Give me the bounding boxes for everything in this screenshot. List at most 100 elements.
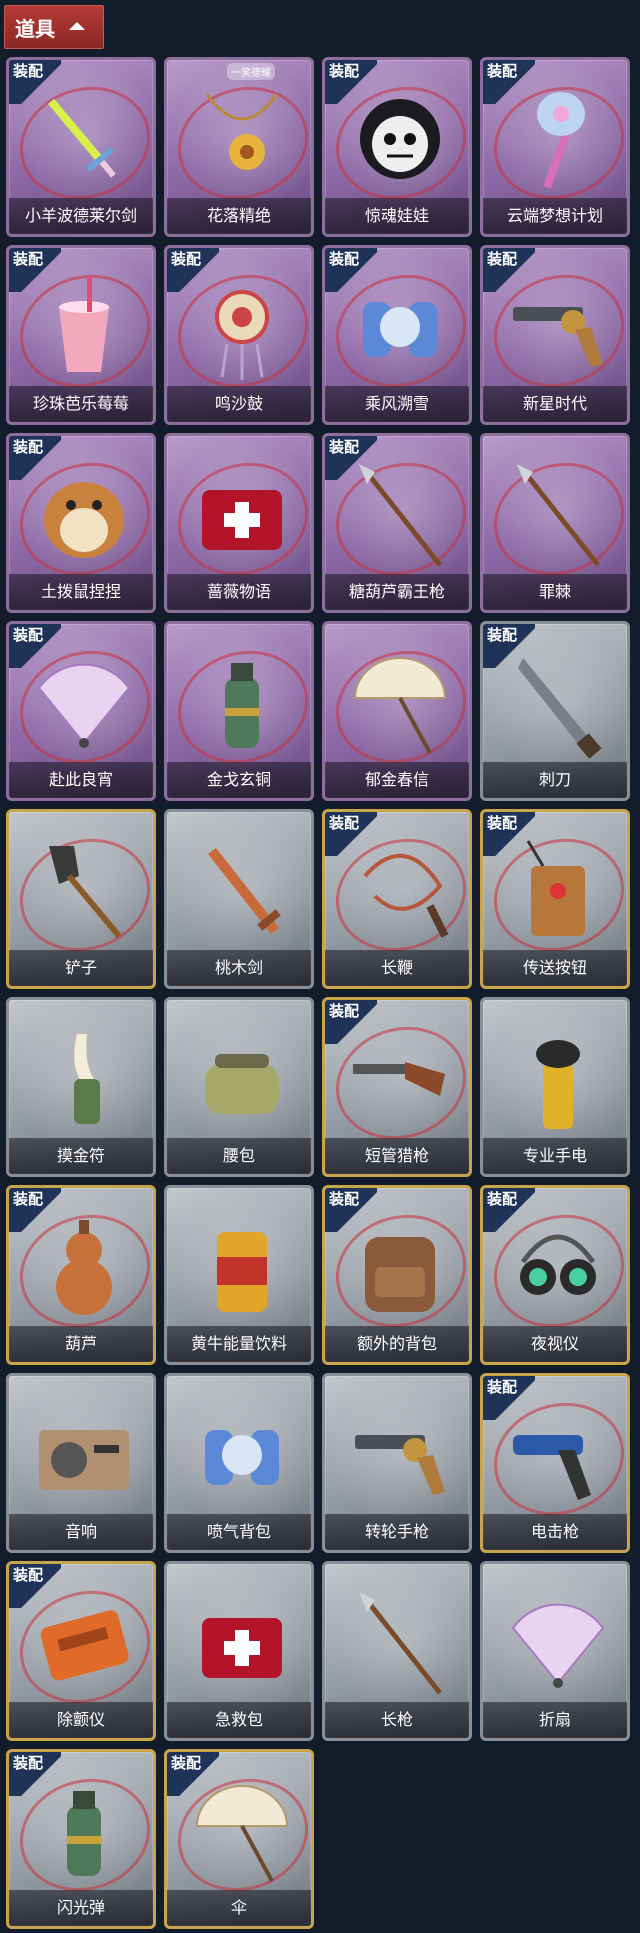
item-grid: 装配 小羊波德莱尔剑 一笑德耀 花落精绝 装配 惊魂娃娃 装配 云端梦想计划 装配 珍珠芭乐莓莓装…	[6, 57, 634, 1929]
item-card[interactable]: 装配 短管猎枪	[322, 997, 472, 1177]
item-label: 闪光弹	[9, 1890, 153, 1926]
equip-tag: 装配	[9, 60, 61, 104]
item-label: 电击枪	[483, 1514, 627, 1550]
equip-tag: 装配	[167, 1752, 219, 1796]
item-label: 摸金符	[9, 1138, 153, 1174]
grenade-icon	[167, 638, 311, 768]
item-label: 惊魂娃娃	[325, 198, 469, 234]
item-label: 刺刀	[483, 762, 627, 798]
item-card[interactable]: 装配 赴此良宵	[6, 621, 156, 801]
item-card[interactable]: 装配 闪光弹	[6, 1749, 156, 1929]
item-label: 铲子	[9, 950, 153, 986]
wood-sword-icon	[167, 826, 311, 956]
item-card[interactable]: 急救包	[164, 1561, 314, 1741]
item-label: 金戈玄铜	[167, 762, 311, 798]
item-card[interactable]: 装配 传送按钮	[480, 809, 630, 989]
equip-tag: 装配	[325, 60, 377, 104]
item-card[interactable]: 装配 新星时代	[480, 245, 630, 425]
spear-icon	[325, 1578, 469, 1708]
item-card[interactable]: 装配 乘风溯雪	[322, 245, 472, 425]
item-card[interactable]: 装配 额外的背包	[322, 1185, 472, 1365]
item-card[interactable]: 蔷薇物语	[164, 433, 314, 613]
item-label: 专业手电	[483, 1138, 627, 1174]
first-aid-kit-icon	[167, 1578, 311, 1708]
item-card[interactable]: 装配 土拨鼠捏捏	[6, 433, 156, 613]
radio-icon	[9, 1390, 153, 1520]
item-label: 伞	[167, 1890, 311, 1926]
item-card[interactable]: 装配伞	[164, 1749, 314, 1929]
item-card[interactable]: 装配 糖葫芦霸王枪	[322, 433, 472, 613]
first-aid-kit-icon	[167, 450, 311, 580]
item-label: 糖葫芦霸王枪	[325, 574, 469, 610]
chevron-up-icon	[69, 22, 85, 30]
jetpack-icon	[167, 1390, 311, 1520]
item-card[interactable]: 黄牛能量饮料	[164, 1185, 314, 1365]
equip-tag: 装配	[483, 624, 535, 668]
item-card[interactable]: 装配 小羊波德莱尔剑	[6, 57, 156, 237]
item-card[interactable]: 音响	[6, 1373, 156, 1553]
equip-tag: 装配	[483, 1376, 535, 1420]
item-label: 小羊波德莱尔剑	[9, 198, 153, 234]
item-label: 新星时代	[483, 386, 627, 422]
item-label: 额外的背包	[325, 1326, 469, 1362]
item-card[interactable]: 装配 云端梦想计划	[480, 57, 630, 237]
equip-tag: 装配	[325, 436, 377, 480]
equip-tag: 装配	[9, 1564, 61, 1608]
umbrella-icon	[325, 638, 469, 768]
revolver-icon	[325, 1390, 469, 1520]
props-section-toggle[interactable]: 道具	[4, 5, 104, 49]
item-card[interactable]: 专业手电	[480, 997, 630, 1177]
watermark-badge: 一笑德耀	[227, 63, 275, 80]
equip-tag: 装配	[9, 1752, 61, 1796]
flashlight-icon	[483, 1014, 627, 1144]
item-card[interactable]: 罪棘	[480, 433, 630, 613]
item-card[interactable]: 装配 长鞭	[322, 809, 472, 989]
equip-tag: 装配	[325, 1000, 377, 1044]
item-label: 喷气背包	[167, 1514, 311, 1550]
item-card[interactable]: 腰包	[164, 997, 314, 1177]
item-card[interactable]: 装配 除颤仪	[6, 1561, 156, 1741]
item-card[interactable]: 郁金春信	[322, 621, 472, 801]
item-label: 长枪	[325, 1702, 469, 1738]
item-card[interactable]: 摸金符	[6, 997, 156, 1177]
item-card[interactable]: 喷气背包	[164, 1373, 314, 1553]
item-label: 传送按钮	[483, 950, 627, 986]
item-card[interactable]: 装配 惊魂娃娃	[322, 57, 472, 237]
item-label: 珍珠芭乐莓莓	[9, 386, 153, 422]
item-label: 鸣沙鼓	[167, 386, 311, 422]
equip-tag: 装配	[483, 60, 535, 104]
item-label: 土拨鼠捏捏	[9, 574, 153, 610]
spear-icon	[483, 450, 627, 580]
item-label: 长鞭	[325, 950, 469, 986]
equip-tag: 装配	[167, 248, 219, 292]
item-card[interactable]: 装配 夜视仪	[480, 1185, 630, 1365]
can-icon	[167, 1202, 311, 1332]
item-label: 急救包	[167, 1702, 311, 1738]
item-card[interactable]: 装配 葫芦	[6, 1185, 156, 1365]
item-card[interactable]: 装配 电击枪	[480, 1373, 630, 1553]
item-card[interactable]: 转轮手枪	[322, 1373, 472, 1553]
item-label: 葫芦	[9, 1326, 153, 1362]
tooth-charm-icon	[9, 1014, 153, 1144]
equip-tag: 装配	[325, 248, 377, 292]
item-card[interactable]: 装配 刺刀	[480, 621, 630, 801]
item-label: 夜视仪	[483, 1326, 627, 1362]
item-card[interactable]: 装配 珍珠芭乐莓莓	[6, 245, 156, 425]
item-card[interactable]: 一笑德耀 花落精绝	[164, 57, 314, 237]
equip-tag: 装配	[325, 812, 377, 856]
item-label: 除颤仪	[9, 1702, 153, 1738]
item-label: 赴此良宵	[9, 762, 153, 798]
item-card[interactable]: 桃木剑	[164, 809, 314, 989]
item-card[interactable]: 折扇	[480, 1561, 630, 1741]
waist-bag-icon	[167, 1014, 311, 1144]
equip-tag: 装配	[9, 248, 61, 292]
item-card[interactable]: 长枪	[322, 1561, 472, 1741]
flower-necklace-icon	[167, 74, 311, 204]
equip-tag: 装配	[9, 436, 61, 480]
item-card[interactable]: 装配 鸣沙鼓	[164, 245, 314, 425]
item-label: 桃木剑	[167, 950, 311, 986]
equip-tag: 装配	[325, 1188, 377, 1232]
item-card[interactable]: 金戈玄铜	[164, 621, 314, 801]
item-label: 短管猎枪	[325, 1138, 469, 1174]
item-card[interactable]: 铲子	[6, 809, 156, 989]
